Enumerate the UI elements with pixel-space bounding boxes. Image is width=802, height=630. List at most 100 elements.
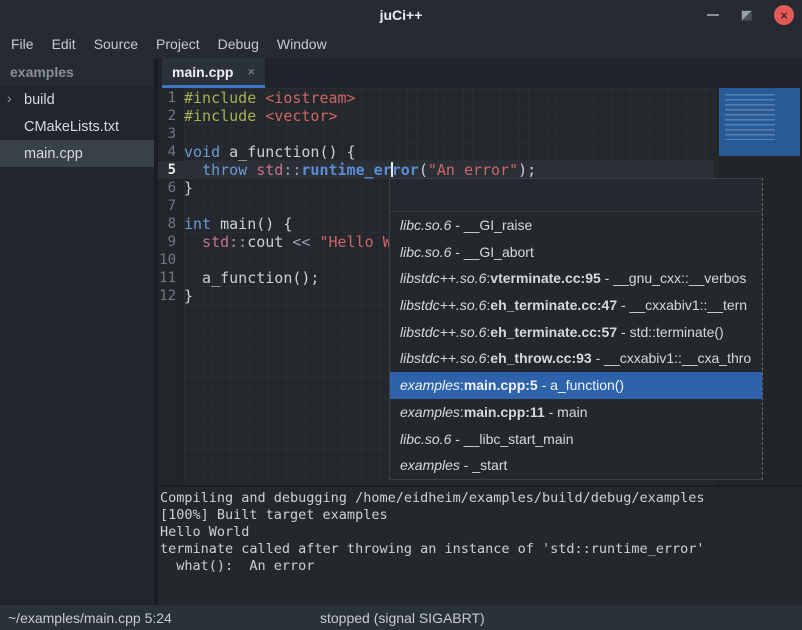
- menubar: FileEditSourceProjectDebugWindow: [0, 30, 802, 58]
- line-number: 5: [158, 161, 182, 179]
- code-line[interactable]: 1#include <iostream>: [158, 89, 714, 107]
- code-line[interactable]: 4void a_function() {: [158, 143, 714, 161]
- code-token: "Hello W: [319, 233, 391, 251]
- backtrace-segment: - _start: [460, 457, 507, 473]
- line-number: 2: [158, 107, 182, 125]
- backtrace-segment: - __gnu_cxx::__verbos: [601, 270, 747, 286]
- code-token: <vector>: [265, 107, 337, 125]
- backtrace-item[interactable]: libstdc++.so.6:eh_terminate.cc:47 - __cx…: [390, 292, 762, 319]
- code-token: "An error": [428, 161, 518, 179]
- file-tree: › build CMakeLists.txt main.cpp: [0, 86, 154, 167]
- menu-item-source[interactable]: Source: [85, 36, 147, 52]
- code-token: [247, 161, 256, 179]
- code-token: );: [518, 161, 536, 179]
- code-token: std: [202, 233, 229, 251]
- line-number: 4: [158, 143, 182, 161]
- terminal-line: terminate called after throwing an insta…: [160, 541, 800, 558]
- code-text: void a_function() {: [184, 143, 356, 161]
- code-token: #include: [184, 89, 256, 107]
- terminal-line: Compiling and debugging /home/eidheim/ex…: [160, 490, 800, 507]
- backtrace-segment: libc.so.6: [400, 431, 451, 447]
- code-line[interactable]: 2#include <vector>: [158, 107, 714, 125]
- terminal-output[interactable]: Compiling and debugging /home/eidheim/ex…: [158, 485, 802, 605]
- tree-item-label: main.cpp: [24, 146, 83, 162]
- code-line[interactable]: 3: [158, 125, 714, 143]
- main-area: examples › build CMakeLists.txt main.cpp ma…: [0, 58, 802, 605]
- code-token: cout: [247, 233, 292, 251]
- backtrace-item[interactable]: libc.so.6 - __GI_raise: [390, 212, 762, 239]
- line-number: 10: [158, 251, 182, 269]
- backtrace-item[interactable]: examples:main.cpp:5 - a_function(): [390, 372, 762, 399]
- backtrace-segment: examples: [400, 404, 460, 420]
- backtrace-item[interactable]: libc.so.6 - __libc_start_main: [390, 426, 762, 453]
- backtrace-item[interactable]: libstdc++.so.6:eh_throw.cc:93 - __cxxabi…: [390, 345, 762, 372]
- tree-item-label: CMakeLists.txt: [24, 119, 119, 135]
- backtrace-segment: - a_function(): [538, 377, 624, 393]
- tree-item-build[interactable]: › build: [0, 86, 154, 113]
- code-token: }: [184, 287, 193, 305]
- code-token: a_function() {: [220, 143, 355, 161]
- tree-item-main-cpp[interactable]: main.cpp: [0, 140, 154, 167]
- project-name-header: examples: [0, 58, 154, 86]
- tree-item-cmakelists-txt[interactable]: CMakeLists.txt: [0, 113, 154, 140]
- menu-item-file[interactable]: File: [2, 36, 43, 52]
- code-token: a_function();: [184, 269, 319, 287]
- code-editor[interactable]: 1#include <iostream>2#include <vector>34…: [158, 88, 802, 485]
- menu-item-window[interactable]: Window: [268, 36, 336, 52]
- status-file-position: ~/examples/main.cpp 5:24: [8, 610, 172, 626]
- backtrace-segment: main.cpp:5: [464, 377, 538, 393]
- chevron-right-icon[interactable]: ›: [7, 90, 12, 106]
- backtrace-segment: eh_terminate.cc:47: [490, 297, 617, 313]
- close-button[interactable]: ×: [774, 5, 794, 25]
- code-text: #include <vector>: [184, 107, 338, 125]
- backtrace-segment: examples: [400, 457, 460, 473]
- tab-main-cpp[interactable]: main.cpp ×: [162, 58, 265, 88]
- close-tab-icon[interactable]: ×: [247, 64, 255, 79]
- backtrace-segment: libstdc++.so.6: [400, 270, 486, 286]
- terminal-line: [100%] Built target examples: [160, 507, 800, 524]
- code-token: runtime_er: [301, 161, 391, 179]
- backtrace-segment: - __cxxabiv1::__cxa_thro: [592, 350, 752, 366]
- minimap-viewport[interactable]: [719, 88, 800, 156]
- line-number: 6: [158, 179, 182, 197]
- file-tree-sidebar: examples › build CMakeLists.txt main.cpp: [0, 58, 158, 605]
- backtrace-segment: libc.so.6: [400, 217, 451, 233]
- backtrace-item[interactable]: examples - _start: [390, 452, 762, 479]
- code-token: std: [256, 161, 283, 179]
- menu-item-debug[interactable]: Debug: [209, 36, 268, 52]
- maximize-button[interactable]: [741, 10, 752, 21]
- minimize-button[interactable]: [707, 14, 719, 16]
- code-token: [184, 233, 202, 251]
- backtrace-segment: main.cpp:11: [464, 404, 545, 420]
- backtrace-segment: libc.so.6: [400, 244, 451, 260]
- terminal-line: Hello World: [160, 524, 800, 541]
- backtrace-popup-header: [390, 179, 762, 212]
- menu-item-project[interactable]: Project: [147, 36, 209, 52]
- window-title: juCi++: [0, 7, 802, 23]
- backtrace-segment: eh_throw.cc:93: [490, 350, 591, 366]
- code-text: std::cout << "Hello W: [184, 233, 392, 251]
- close-icon: ×: [780, 9, 788, 22]
- line-number: 7: [158, 197, 182, 215]
- tab-strip: main.cpp ×: [158, 58, 802, 88]
- code-line[interactable]: 5 throw std::runtime_error("An error");: [158, 161, 714, 179]
- status-debug-state: stopped (signal SIGABRT): [320, 610, 485, 626]
- code-text: throw std::runtime_error("An error");: [184, 161, 536, 179]
- backtrace-item[interactable]: examples:main.cpp:11 - main: [390, 399, 762, 426]
- backtrace-item[interactable]: libstdc++.so.6:vterminate.cc:95 - __gnu_…: [390, 265, 762, 292]
- tab-label: main.cpp: [172, 64, 233, 80]
- backtrace-segment: libstdc++.so.6: [400, 324, 486, 340]
- backtrace-item[interactable]: libstdc++.so.6:eh_terminate.cc:57 - std:…: [390, 319, 762, 346]
- tree-item-label: build: [24, 92, 55, 108]
- backtrace-segment: - __libc_start_main: [451, 431, 573, 447]
- backtrace-item[interactable]: libc.so.6 - __GI_abort: [390, 239, 762, 266]
- code-token: ::: [229, 233, 247, 251]
- line-number: 3: [158, 125, 182, 143]
- menu-item-edit[interactable]: Edit: [43, 36, 85, 52]
- status-bar: ~/examples/main.cpp 5:24 stopped (signal…: [0, 605, 802, 630]
- backtrace-segment: - __GI_abort: [451, 244, 534, 260]
- code-token: ::: [283, 161, 301, 179]
- line-number: 12: [158, 287, 182, 305]
- line-number: 8: [158, 215, 182, 233]
- backtrace-list: libc.so.6 - __GI_raiselibc.so.6 - __GI_a…: [390, 212, 762, 479]
